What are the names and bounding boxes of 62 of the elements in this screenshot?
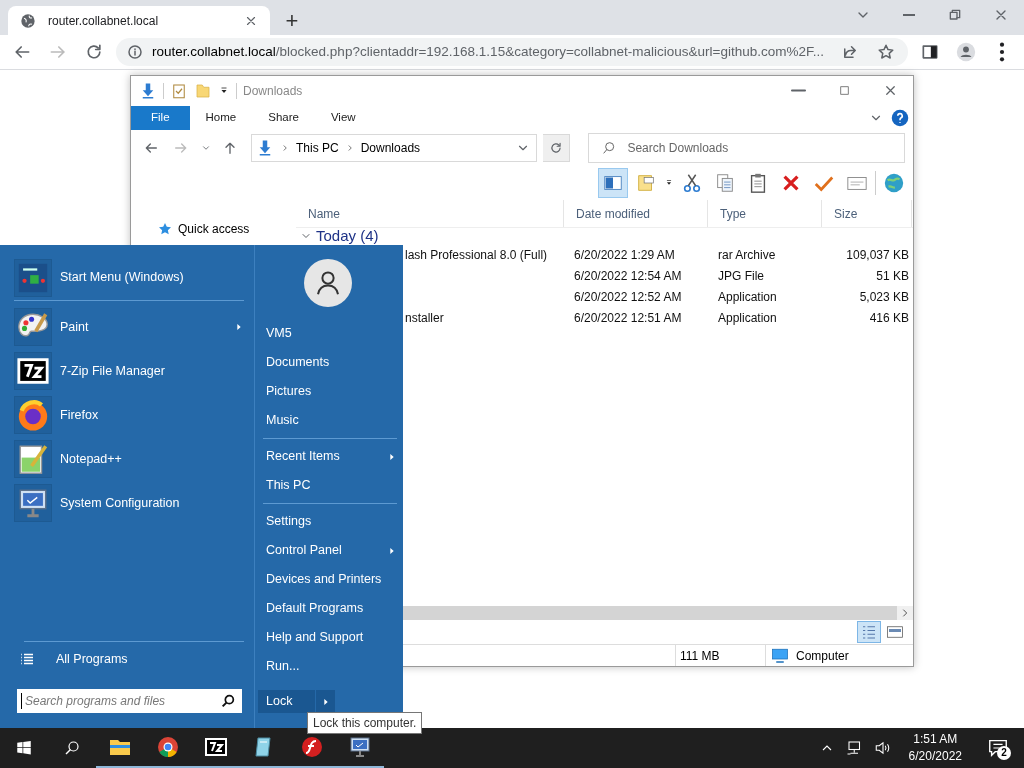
type-cell-text: Application [717,309,778,327]
date-cell-text: 6/20/2022 12:52 AM [573,288,683,306]
url-text: router.collabnet.local/blocked.php?clientaddr=192.168.1.15&category=collabnet-malicious&url=github.com%2F... [152,42,825,61]
menu-item[interactable]: VM5 [258,319,397,348]
all-programs-button[interactable]: All Programs [14,644,244,674]
new-tab-button[interactable]: + [274,5,310,35]
ribbon-tab[interactable]: File [131,106,190,130]
notifications-button[interactable]: 2 [978,728,1018,768]
search-box[interactable]: Search Downloads [588,133,905,163]
status-text: Computer [796,647,849,665]
column-header[interactable]: Size [822,200,912,227]
address-bar[interactable]: router.collabnet.local/blocked.php?clientaddr=192.168.1.15&category=collabnet-malicious&url=github.com%2F... [116,38,908,66]
tooltip: Lock this computer. [307,712,423,734]
date-cell-text: 6/20/2022 12:51 AM [573,309,683,327]
menu-item[interactable]: Documents [258,348,397,377]
file-name: lash Professional 8.0 (Full) [405,247,548,262]
ribbon-tab[interactable]: View [314,106,372,130]
menu-item[interactable]: Recent Items [258,442,397,471]
type-cell-text: JPG File [717,267,765,285]
menu-item[interactable]: Settings [258,507,397,536]
menu-item[interactable]: Pictures [258,377,397,406]
program-item[interactable]: Paint [14,305,244,349]
search-field[interactable]: Search Downloads [625,138,904,158]
column-header[interactable]: Date modified [564,200,708,227]
menu-item[interactable]: Devices and Printers [258,565,397,594]
ribbon-tab[interactable]: Share [252,106,315,130]
column-header[interactable]: Type [708,200,822,227]
program-item[interactable]: Notepad++ [14,437,244,481]
notification-badge: 2 [997,746,1011,760]
size-cell-text: 51 KB [875,267,909,285]
clock[interactable]: 1:51 AM 6/20/2022 [902,730,968,766]
menu-item[interactable]: Control Panel [258,536,397,565]
date-cell-text: 6/20/2022 1:29 AM [573,246,676,264]
menu-item[interactable]: Help and Support [258,623,397,652]
column-header[interactable]: Name [296,200,564,227]
menu-item[interactable]: Run... [258,652,397,681]
window-title: Downloads [243,83,303,100]
browser-tab[interactable]: router.collabnet.local [8,6,270,35]
type-cell-text: rar Archive [717,246,777,264]
program-item[interactable]: 7-Zip File Manager [14,349,244,393]
address-field[interactable]: This PC Downloads [251,134,538,162]
breadcrumb-item[interactable]: Downloads [360,139,421,157]
file-name: nstaller [405,310,444,325]
breadcrumb-item[interactable]: This PC [296,139,339,157]
date-cell-text: 6/20/2022 12:54 AM [573,267,683,285]
type-cell-text: Application [717,288,778,306]
program-item[interactable]: Start Menu (Windows) [14,255,244,301]
program-item[interactable]: Firefox [14,393,244,437]
menu-item[interactable]: Default Programs [258,594,397,623]
group-heading: Today (4) [316,228,379,244]
size-cell-text: 109,037 KB [845,246,909,264]
search-field[interactable]: Search programs and files [17,689,242,713]
tab-title: router.collabnet.local [48,12,160,30]
size-cell-text: 5,023 KB [858,288,909,306]
lock-button[interactable]: Lock [258,690,315,713]
program-item[interactable]: System Configuration [14,481,244,525]
menu-item[interactable]: This PC [258,471,397,500]
nav-item[interactable]: Quick access [157,220,250,238]
size-cell-text: 416 KB [868,309,909,327]
menu-item[interactable]: Music [258,406,397,435]
status-text: 111 MB [675,645,765,666]
ribbon-tab[interactable]: Home [189,106,253,130]
